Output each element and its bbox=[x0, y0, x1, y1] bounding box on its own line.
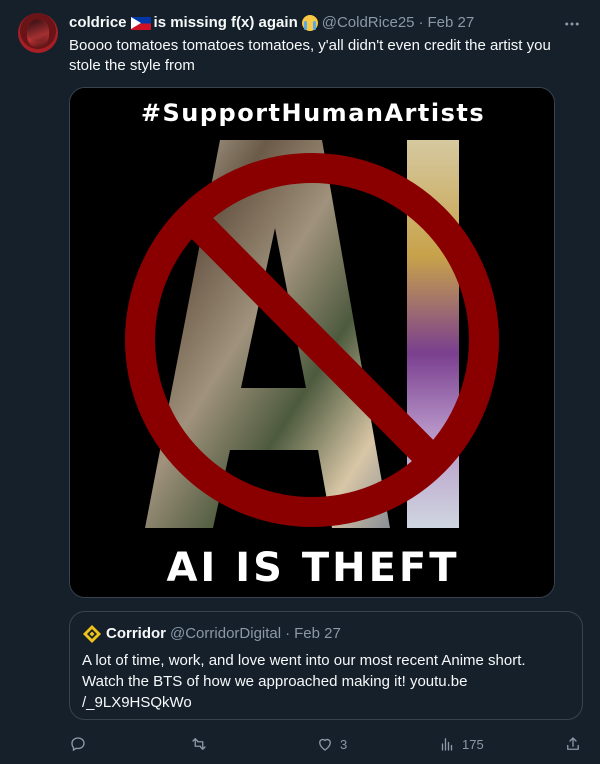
tweet-header: coldrice is missing f(x) again @ColdRice… bbox=[69, 13, 474, 33]
quoted-display-name[interactable]: Corridor bbox=[106, 624, 166, 644]
like-count: 3 bbox=[340, 736, 348, 752]
tweet-image[interactable]: #SupportHumanArtists AI IS THEFT bbox=[69, 87, 555, 598]
quoted-text: A lot of time, work, and love went into … bbox=[82, 652, 526, 711]
poster-top-text: #SupportHumanArtists bbox=[141, 99, 485, 127]
quoted-handle[interactable]: @CorridorDigital bbox=[170, 624, 281, 644]
crying-face-icon bbox=[301, 15, 318, 31]
poster-bottom-text: AI IS THEFT bbox=[166, 545, 459, 591]
tweet[interactable]: coldrice is missing f(x) again @ColdRice… bbox=[0, 0, 600, 764]
quoted-tweet[interactable]: Corridor @CorridorDigital · Feb 27 A lot… bbox=[69, 611, 583, 720]
author-display-name[interactable]: coldrice bbox=[69, 13, 127, 33]
reply-button[interactable] bbox=[69, 732, 93, 756]
views-button[interactable]: 175 bbox=[438, 732, 484, 756]
more-icon[interactable] bbox=[562, 14, 582, 34]
philippines-flag-icon bbox=[130, 16, 151, 30]
retweet-icon bbox=[192, 738, 206, 750]
reply-icon bbox=[71, 737, 85, 752]
views-count: 175 bbox=[462, 736, 484, 752]
ai-is-theft-poster: #SupportHumanArtists AI IS THEFT bbox=[70, 88, 554, 597]
share-icon bbox=[567, 737, 579, 750]
tweet-date[interactable]: Feb 27 bbox=[428, 13, 475, 33]
author-name-suffix[interactable]: is missing f(x) again bbox=[154, 13, 298, 33]
quoted-separator-dot: · bbox=[285, 625, 291, 642]
separator-dot: · bbox=[418, 14, 424, 31]
quoted-header: Corridor @CorridorDigital · Feb 27 bbox=[82, 624, 341, 644]
retweet-button[interactable] bbox=[190, 732, 214, 756]
like-button[interactable]: 3 bbox=[316, 732, 347, 756]
action-bar: 3 175 bbox=[69, 732, 589, 756]
author-avatar[interactable] bbox=[18, 13, 58, 53]
corridor-logo-icon bbox=[82, 624, 102, 644]
tweet-text: Boooo tomatoes tomatoes tomatoes, y'all … bbox=[69, 37, 551, 74]
like-icon bbox=[319, 738, 331, 751]
share-button[interactable] bbox=[564, 732, 582, 756]
views-icon bbox=[441, 738, 453, 751]
author-handle[interactable]: @ColdRice25 bbox=[322, 13, 415, 33]
quoted-date[interactable]: Feb 27 bbox=[294, 624, 341, 644]
